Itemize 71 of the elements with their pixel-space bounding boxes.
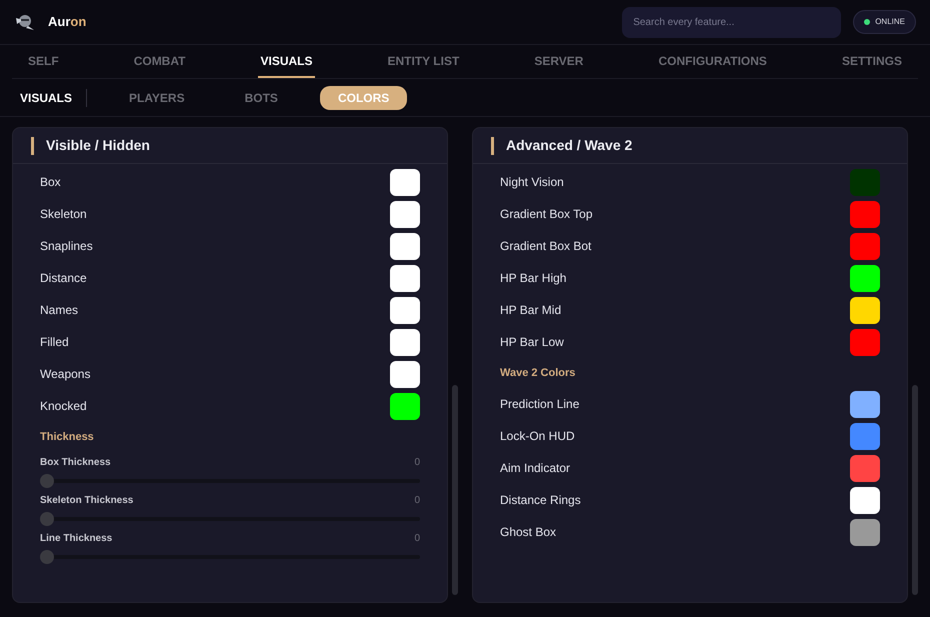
search-field[interactable]: Search every feature... (622, 6, 842, 38)
color-swatch[interactable] (850, 422, 880, 450)
nav-tab[interactable]: SERVER (532, 45, 586, 78)
setting-label: HP Bar Low (500, 334, 564, 351)
slider-value: 0 (414, 494, 420, 508)
color-swatch[interactable] (390, 328, 420, 356)
color-swatch[interactable] (390, 392, 420, 420)
color-swatch[interactable] (850, 232, 880, 260)
slider-label: Box Thickness (40, 456, 111, 470)
setting-label: Box (40, 174, 61, 191)
setting-label: Weapons (40, 366, 90, 383)
setting-label: Filled (40, 334, 69, 351)
subnav-title: VISUALS (20, 88, 88, 106)
setting-label: HP Bar Mid (500, 302, 562, 319)
panel-title: Visible / Hidden (46, 136, 150, 155)
color-swatch[interactable] (390, 232, 420, 260)
setting-label: Distance (40, 270, 87, 287)
nav-tab[interactable]: SETTINGS (840, 45, 904, 78)
nav-tab[interactable]: ENTITY LIST (386, 45, 462, 78)
color-swatch[interactable] (850, 200, 880, 228)
setting-label: HP Bar High (500, 270, 566, 287)
panel-title: Advanced / Wave 2 (506, 136, 632, 155)
slider-value: 0 (414, 456, 420, 470)
setting-label: Lock-On HUD (500, 428, 575, 445)
color-swatch[interactable] (850, 264, 880, 292)
slider-label: Line Thickness (40, 532, 112, 546)
setting-label: Gradient Box Bot (500, 238, 592, 255)
color-swatch[interactable] (390, 168, 420, 196)
color-swatch[interactable] (390, 200, 420, 228)
slider[interactable] (40, 550, 420, 564)
color-swatch[interactable] (390, 360, 420, 388)
slider[interactable] (40, 512, 420, 526)
setting-label: Skeleton (40, 206, 87, 223)
color-swatch[interactable] (850, 390, 880, 418)
color-swatch[interactable] (390, 264, 420, 292)
app-name: Auron (48, 13, 86, 32)
scrollbar-thumb[interactable] (912, 385, 918, 595)
slider-thumb[interactable] (40, 550, 54, 564)
color-swatch[interactable] (390, 296, 420, 324)
sub-tab[interactable]: COLORS (320, 86, 408, 110)
setting-label: Ghost Box (500, 524, 556, 541)
color-swatch[interactable] (850, 328, 880, 356)
setting-label: Snaplines (40, 238, 93, 255)
setting-label: Distance Rings (500, 492, 581, 509)
color-swatch[interactable] (850, 168, 880, 196)
setting-label: Gradient Box Top (500, 206, 593, 223)
color-swatch[interactable] (850, 454, 880, 482)
setting-label: Names (40, 302, 78, 319)
slider-thumb[interactable] (40, 512, 54, 526)
setting-label: Aim Indicator (500, 460, 570, 477)
slider-value: 0 (414, 532, 420, 546)
section-heading: Thickness (40, 430, 94, 445)
color-swatch[interactable] (850, 296, 880, 324)
nav-tab[interactable]: CONFIGURATIONS (656, 45, 769, 78)
setting-label: Night Vision (500, 174, 564, 191)
setting-label: Knocked (40, 398, 87, 415)
nav-tab[interactable]: SELF (26, 45, 61, 78)
scrollbar-thumb[interactable] (452, 385, 458, 595)
ninja-logo-icon (14, 12, 36, 32)
nav-tab[interactable]: VISUALS (258, 45, 314, 78)
sub-tab[interactable]: PLAYERS (111, 86, 203, 110)
setting-label: Prediction Line (500, 396, 580, 413)
status-label: ONLINE (875, 16, 905, 28)
slider-thumb[interactable] (40, 474, 54, 488)
section-heading: Wave 2 Colors (500, 366, 576, 381)
slider[interactable] (40, 474, 420, 488)
nav-tab[interactable]: COMBAT (132, 45, 188, 78)
slider-label: Skeleton Thickness (40, 494, 134, 508)
color-swatch[interactable] (850, 518, 880, 546)
sub-tab[interactable]: BOTS (226, 86, 296, 110)
color-swatch[interactable] (850, 486, 880, 514)
